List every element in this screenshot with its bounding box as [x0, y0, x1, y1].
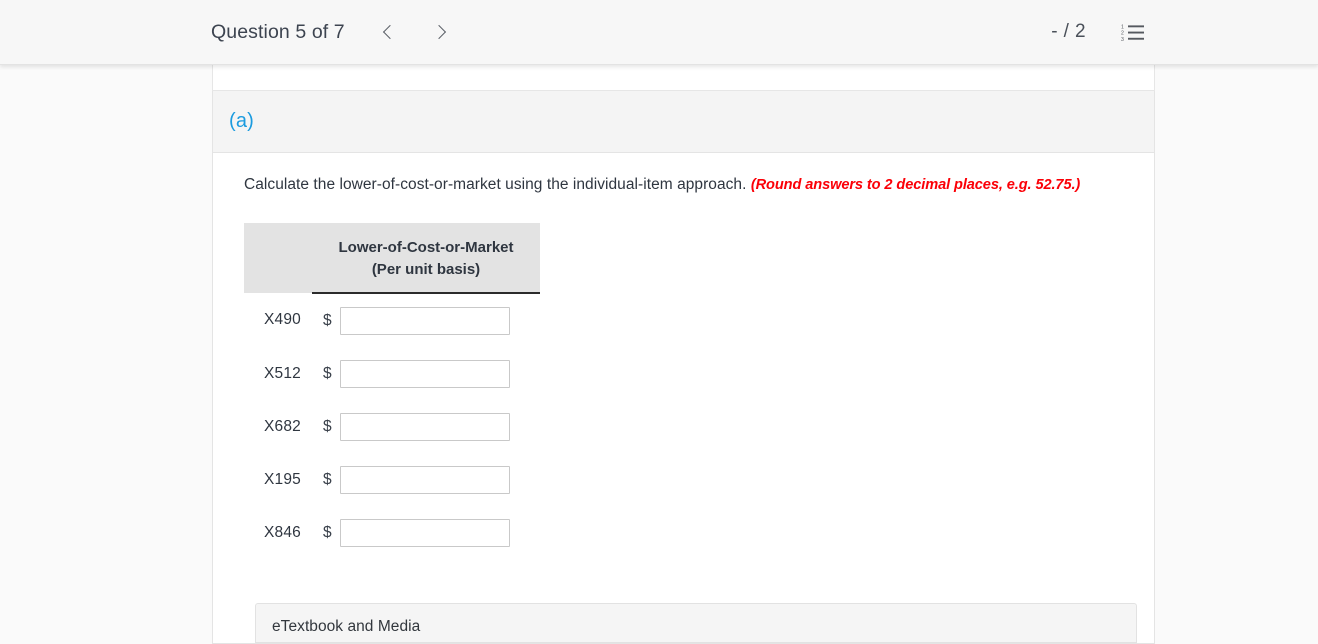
question-prompt: Calculate the lower-of-cost-or-market us… — [244, 175, 1154, 196]
question-scroll-area[interactable]: (a) Calculate the lower-of-cost-or-marke… — [0, 65, 1318, 644]
next-question-button[interactable] — [419, 12, 463, 52]
row-input-cell-x195: $ — [312, 453, 540, 506]
page-title: Question 5 of 7 — [211, 20, 345, 43]
currency-symbol: $ — [323, 523, 332, 541]
score-display: - / 2 — [1051, 21, 1086, 42]
input-cell-wrap: $ — [312, 294, 540, 347]
column-header-line1: Lower-of-Cost-or-Market — [338, 238, 514, 256]
table-row: X195 $ — [244, 453, 540, 506]
answer-input-x846[interactable] — [339, 518, 510, 547]
answer-table: Lower-of-Cost-or-Market (Per unit basis)… — [244, 222, 540, 560]
chevron-left-icon — [383, 24, 398, 40]
answer-input-x195[interactable] — [339, 465, 510, 494]
row-input-cell-x512: $ — [312, 347, 540, 400]
question-list-button[interactable]: 1 2 3 — [1118, 17, 1148, 47]
input-cell-wrap: $ — [312, 347, 540, 400]
svg-text:3: 3 — [1121, 37, 1124, 42]
numbered-list-icon: 1 2 3 — [1121, 24, 1144, 42]
row-label-x682: X682 — [264, 417, 301, 435]
answer-input-x512[interactable] — [339, 359, 510, 388]
row-label-x846: X846 — [264, 523, 301, 541]
table-corner-cell — [244, 222, 312, 294]
chevron-right-icon — [432, 24, 447, 40]
row-input-cell-x682: $ — [312, 400, 540, 453]
answer-input-x682[interactable] — [339, 412, 510, 441]
table-header-row: Lower-of-Cost-or-Market (Per unit basis) — [244, 222, 540, 295]
row-input-cell-x490: $ — [312, 293, 540, 347]
currency-symbol: $ — [323, 364, 332, 382]
svg-text:1: 1 — [1121, 24, 1124, 30]
answer-input-x490[interactable] — [339, 306, 510, 335]
toolbar-left-group: Question 5 of 7 — [211, 12, 463, 52]
table-row: X490 $ — [244, 293, 540, 347]
toolbar-right-group: - / 2 1 2 3 — [1051, 0, 1318, 64]
etextbook-and-media-label: eTextbook and Media — [272, 618, 421, 636]
currency-symbol: $ — [323, 417, 332, 435]
etextbook-and-media-panel[interactable]: eTextbook and Media — [255, 603, 1137, 644]
currency-symbol: $ — [323, 470, 332, 488]
answer-table-head: Lower-of-Cost-or-Market (Per unit basis) — [244, 222, 540, 295]
input-cell-wrap: $ — [312, 506, 540, 559]
part-body: Calculate the lower-of-cost-or-market us… — [213, 153, 1154, 644]
row-input-cell-x846: $ — [312, 506, 540, 559]
table-column-header: Lower-of-Cost-or-Market (Per unit basis) — [312, 222, 540, 295]
input-cell-wrap: $ — [312, 453, 540, 506]
question-toolbar: Question 5 of 7 - / 2 1 2 3 — [0, 0, 1318, 65]
currency-symbol: $ — [323, 311, 332, 329]
table-row: X682 $ — [244, 400, 540, 453]
table-row: X512 $ — [244, 347, 540, 400]
question-part-a-card: (a) Calculate the lower-of-cost-or-marke… — [212, 91, 1155, 644]
prompt-text: Calculate the lower-of-cost-or-market us… — [244, 176, 747, 193]
part-label: (a) — [229, 110, 255, 132]
previous-part-card-clipped — [212, 65, 1155, 91]
input-cell-wrap: $ — [312, 400, 540, 453]
row-label-x512: X512 — [264, 364, 301, 382]
row-label-x490: X490 — [264, 311, 301, 329]
rounding-hint: (Round answers to 2 decimal places, e.g.… — [750, 177, 1081, 193]
svg-text:2: 2 — [1121, 31, 1124, 37]
part-header: (a) — [213, 91, 1154, 153]
previous-question-button[interactable] — [367, 12, 411, 52]
row-label-x195: X195 — [264, 470, 301, 488]
column-header-line2: (Per unit basis) — [371, 260, 481, 278]
table-row: X846 $ — [244, 506, 540, 559]
answer-table-body: X490 $ X512 $ X682 $ X195 $ X846 $ — [244, 293, 540, 559]
